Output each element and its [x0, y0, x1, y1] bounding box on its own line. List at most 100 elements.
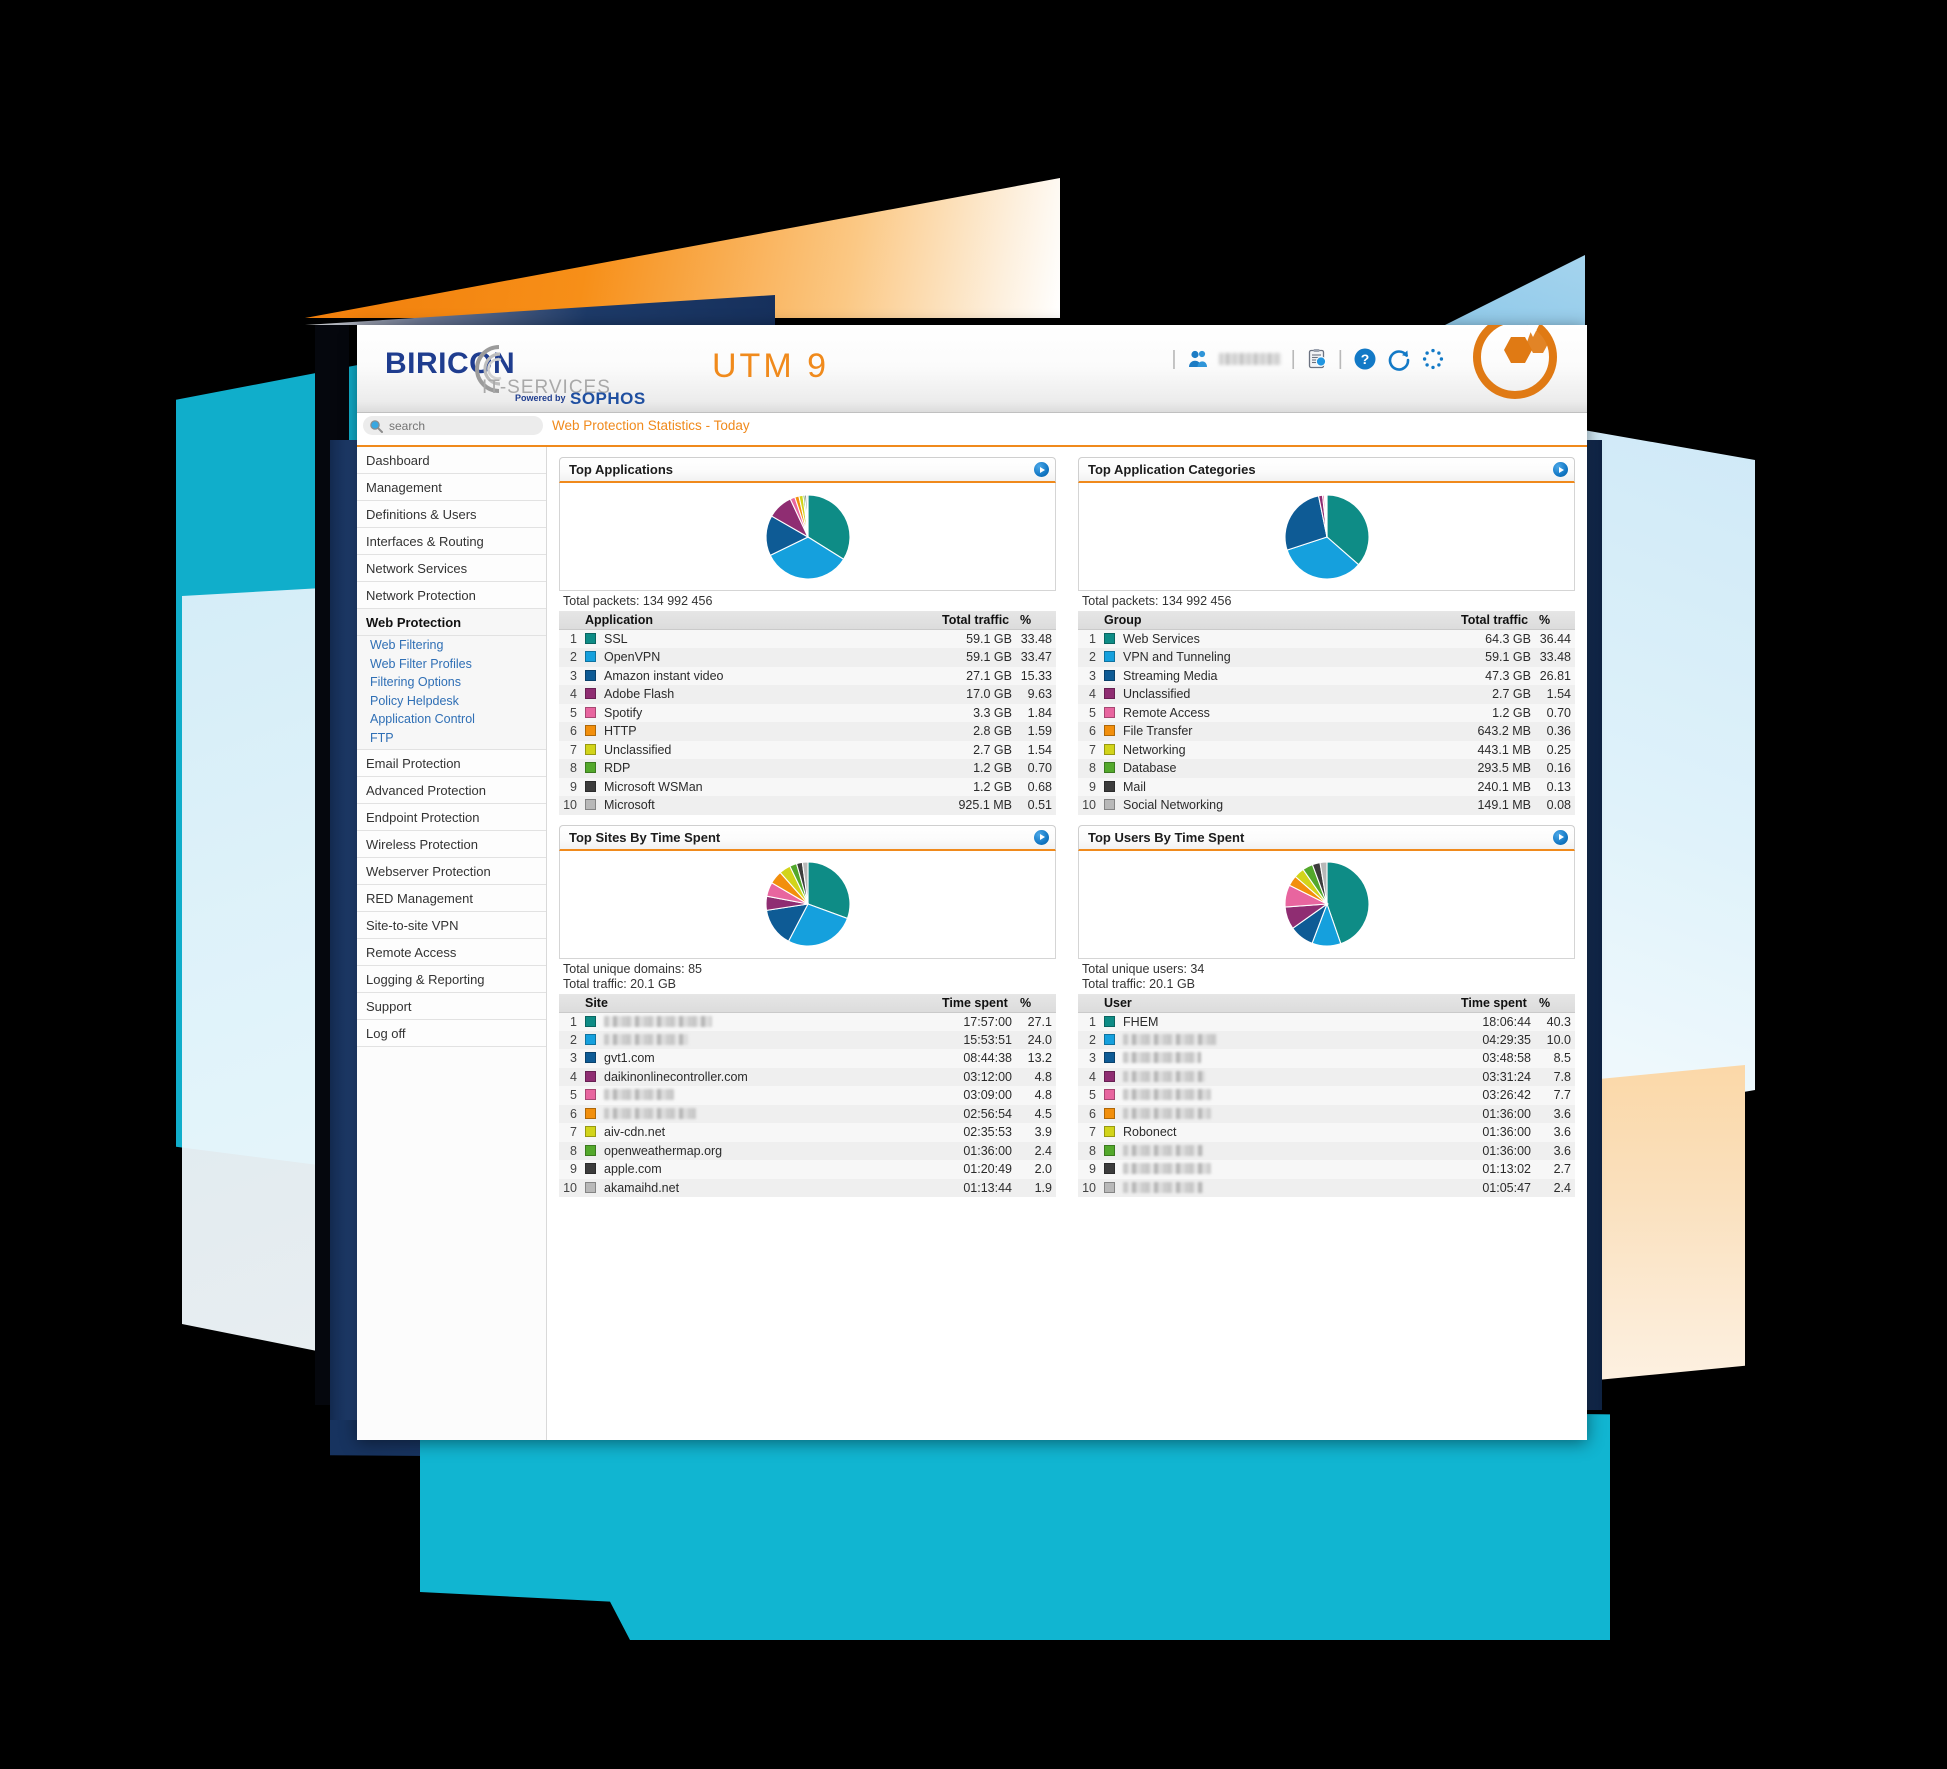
row-value: 03:09:00	[963, 1088, 1012, 1103]
sidebar-item-log-off[interactable]: Log off	[357, 1020, 546, 1047]
row-percent: 13.2	[1027, 1051, 1052, 1066]
table-row[interactable]: 3 03:48:58 8.5	[1078, 1049, 1575, 1068]
sidebar-item-network-services[interactable]: Network Services	[357, 555, 546, 582]
table-row[interactable]: 9 01:13:02 2.7	[1078, 1160, 1575, 1179]
sidebar-item-site-to-site-vpn[interactable]: Site-to-site VPN	[357, 912, 546, 939]
table-row[interactable]: 10 01:05:47 2.4	[1078, 1178, 1575, 1197]
table-row[interactable]: 10 akamaihd.net 01:13:44 1.9	[559, 1178, 1056, 1197]
sidebar-submenu: Web Filtering Web Filter Profiles Filterin…	[357, 636, 546, 750]
table-row[interactable]: 6 HTTP 2.8 GB 1.59	[559, 722, 1056, 741]
sidebar-item-red-management[interactable]: RED Management	[357, 885, 546, 912]
row-percent: 3.6	[1553, 1106, 1571, 1121]
table-row[interactable]: 5 Spotify 3.3 GB 1.84	[559, 703, 1056, 722]
table-row[interactable]: 4 daikinonlinecontroller.com 03:12:00 4.8	[559, 1067, 1056, 1086]
table-row[interactable]: 10 Microsoft 925.1 MB 0.51	[559, 796, 1056, 815]
table-row[interactable]: 2 OpenVPN 59.1 GB 33.47	[559, 648, 1056, 667]
users-icon[interactable]	[1187, 348, 1209, 370]
table-row[interactable]: 6 File Transfer 643.2 MB 0.36	[1078, 722, 1575, 741]
loading-spinner-icon	[1421, 347, 1445, 371]
sidebar-subitem-policy-helpdesk[interactable]: Policy Helpdesk	[357, 691, 546, 710]
row-percent: 4.8	[1034, 1088, 1052, 1103]
table-row[interactable]: 7 Robonect 01:36:00 3.6	[1078, 1123, 1575, 1142]
sidebar-item-definitions-users[interactable]: Definitions & Users	[357, 501, 546, 528]
sidebar-item-advanced-protection[interactable]: Advanced Protection	[357, 777, 546, 804]
table-row[interactable]: 3 Streaming Media 47.3 GB 26.81	[1078, 666, 1575, 685]
table-row[interactable]: 7 aiv-cdn.net 02:35:53 3.9	[559, 1123, 1056, 1142]
table-row[interactable]: 5 03:26:42 7.7	[1078, 1086, 1575, 1105]
table-row[interactable]: 8 RDP 1.2 GB 0.70	[559, 759, 1056, 778]
brand-sophos: SOPHOS	[570, 389, 646, 408]
table-row[interactable]: 9 apple.com 01:20:49 2.0	[559, 1160, 1056, 1179]
row-color-swatch	[581, 630, 600, 649]
sidebar-subitem-filtering-options[interactable]: Filtering Options	[357, 673, 546, 692]
table-row[interactable]: 4 03:31:24 7.8	[1078, 1067, 1575, 1086]
sidebar-subitem-web-filter-profiles[interactable]: Web Filter Profiles	[357, 654, 546, 673]
sidebar-item-wireless-protection[interactable]: Wireless Protection	[357, 831, 546, 858]
redacted-label	[604, 1107, 696, 1119]
table-row[interactable]: 6 02:56:54 4.5	[559, 1104, 1056, 1124]
sidebar-item-interfaces-routing[interactable]: Interfaces & Routing	[357, 528, 546, 555]
table-row[interactable]: 1 17:57:00 27.1	[559, 1012, 1056, 1031]
open-report-icon[interactable]	[1553, 462, 1568, 477]
clipboard-search-icon[interactable]	[1306, 348, 1328, 370]
panel-top-applications: Top Applications Total packets: 134 992 …	[559, 457, 1056, 815]
legend-swatch-icon	[585, 633, 596, 644]
table-row[interactable]: 9 Microsoft WSMan 1.2 GB 0.68	[559, 777, 1056, 796]
table-row[interactable]: 7 Networking 443.1 MB 0.25	[1078, 740, 1575, 759]
sidebar-subitem-web-filtering[interactable]: Web Filtering	[357, 636, 546, 655]
table-row[interactable]: 8 Database 293.5 MB 0.16	[1078, 759, 1575, 778]
row-value: 149.1 MB	[1477, 798, 1531, 813]
open-report-icon[interactable]	[1553, 829, 1568, 845]
sidebar-subitem-ftp[interactable]: FTP	[357, 728, 546, 747]
sidebar-item-email-protection[interactable]: Email Protection	[357, 750, 546, 777]
table-row[interactable]: 1 Web Services 64.3 GB 36.44	[1078, 629, 1575, 648]
table-top-sites: Site Time spent % 1 17:57:00 27.1 2 15:53:51…	[559, 993, 1056, 1197]
sidebar-item-endpoint-protection[interactable]: Endpoint Protection	[357, 804, 546, 831]
open-report-icon[interactable]	[1034, 829, 1049, 845]
table-row[interactable]: 9 Mail 240.1 MB 0.13	[1078, 777, 1575, 796]
reload-icon[interactable]	[1387, 347, 1411, 371]
table-row[interactable]: 7 Unclassified 2.7 GB 1.54	[559, 740, 1056, 759]
table-row[interactable]: 4 Adobe Flash 17.0 GB 9.63	[559, 685, 1056, 704]
table-row[interactable]: 1 SSL 59.1 GB 33.48	[559, 629, 1056, 649]
sidebar-item-management[interactable]: Management	[357, 474, 546, 501]
sidebar-item-remote-access[interactable]: Remote Access	[357, 939, 546, 966]
search-box[interactable]	[363, 416, 543, 435]
table-row[interactable]: 5 Remote Access 1.2 GB 0.70	[1078, 703, 1575, 722]
table-row[interactable]: 3 gvt1.com 08:44:38 13.2	[559, 1049, 1056, 1068]
legend-swatch-icon	[1104, 1033, 1115, 1045]
table-row[interactable]: 2 04:29:35 10.0	[1078, 1030, 1575, 1049]
row-color-swatch	[581, 722, 600, 741]
table-row[interactable]: 2 15:53:51 24.0	[559, 1030, 1056, 1049]
sidebar-item-web-protection[interactable]: Web Protection	[357, 609, 546, 636]
table-row[interactable]: 2 VPN and Tunneling 59.1 GB 33.48	[1078, 648, 1575, 667]
sidebar-subitem-application-control[interactable]: Application Control	[357, 710, 546, 729]
row-label	[600, 1105, 938, 1124]
table-row[interactable]: 5 03:09:00 4.8	[559, 1086, 1056, 1105]
legend-swatch-icon	[585, 743, 596, 755]
table-row[interactable]: 3 Amazon instant video 27.1 GB 15.33	[559, 666, 1056, 685]
legend-swatch-icon	[585, 651, 596, 663]
table-row[interactable]: 4 Unclassified 2.7 GB 1.54	[1078, 685, 1575, 704]
table-row[interactable]: 6 01:36:00 3.6	[1078, 1104, 1575, 1124]
row-color-swatch	[1100, 1105, 1119, 1124]
row-percent: 10.0	[1546, 1032, 1571, 1047]
table-row[interactable]: 8 01:36:00 3.6	[1078, 1141, 1575, 1160]
sidebar-item-dashboard[interactable]: Dashboard	[357, 447, 546, 474]
help-icon[interactable]: ?	[1353, 347, 1377, 371]
sidebar-item-webserver-protection[interactable]: Webserver Protection	[357, 858, 546, 885]
row-value: 01:36:00	[963, 1143, 1012, 1158]
col-rank	[559, 611, 581, 630]
row-percent: 0.70	[1546, 705, 1571, 720]
row-label: HTTP	[604, 724, 637, 739]
sidebar-item-network-protection[interactable]: Network Protection	[357, 582, 546, 609]
table-row[interactable]: 10 Social Networking 149.1 MB 0.08	[1078, 796, 1575, 815]
row-label: RDP	[604, 761, 631, 776]
table-row[interactable]: 1 FHEM 18:06:44 40.3	[1078, 1012, 1575, 1031]
open-report-icon[interactable]	[1034, 462, 1049, 477]
search-input[interactable]	[387, 417, 527, 434]
table-row[interactable]: 8 openweathermap.org 01:36:00 2.4	[559, 1141, 1056, 1160]
sidebar-item-logging-reporting[interactable]: Logging & Reporting	[357, 966, 546, 993]
sidebar-item-support[interactable]: Support	[357, 993, 546, 1020]
total-line: Total packets: 134 992 456	[1082, 594, 1232, 608]
